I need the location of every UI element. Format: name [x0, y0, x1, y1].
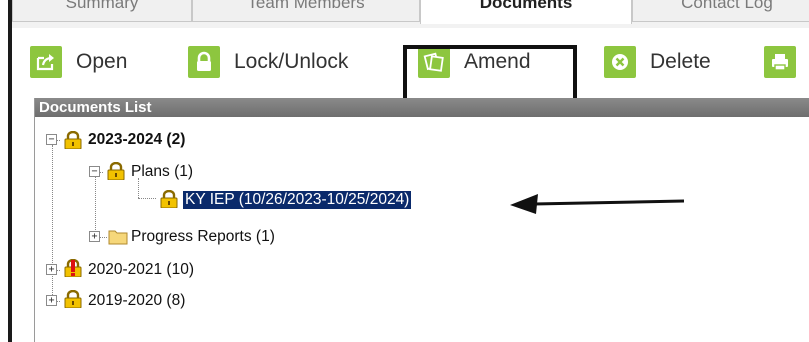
tree-connector: [138, 198, 156, 199]
open-button-label: Open: [76, 50, 128, 73]
toolbar: Open Lock/Unlock Amend Delete: [12, 28, 809, 102]
tab-summary[interactable]: Summary: [12, 0, 192, 22]
tab-strip: Summary Team Members Documents Contact L…: [12, 0, 809, 28]
tab-documents[interactable]: Documents: [420, 0, 632, 24]
lock-icon: [107, 162, 125, 180]
delete-button-label: Delete: [650, 50, 711, 73]
lock-icon: [64, 131, 82, 149]
collapse-2023-2024-toggle[interactable]: −: [46, 134, 57, 145]
tree-node-progress-reports[interactable]: Progress Reports (1): [131, 228, 275, 246]
open-external-icon: [30, 46, 62, 78]
lock-icon: [160, 190, 178, 208]
tree-node-2019-2020: 2019-2020 (8): [88, 292, 186, 309]
tree-node-2020-2021[interactable]: 2020-2021 (10): [88, 261, 194, 279]
tree-node-plans[interactable]: Plans (1): [131, 163, 193, 181]
delete-x-icon: [604, 46, 636, 78]
printer-icon: [764, 46, 796, 78]
tree-node-2023-2024[interactable]: 2023-2024 (2): [88, 131, 185, 149]
expand-2020-2021-toggle[interactable]: +: [46, 264, 57, 275]
print-button[interactable]: [764, 40, 796, 84]
folder-icon: [108, 230, 128, 245]
lock-icon: [64, 290, 82, 308]
tab-team-members[interactable]: Team Members: [192, 0, 420, 22]
delete-button[interactable]: Delete: [604, 40, 711, 84]
tree-connector: [138, 178, 139, 198]
tree-connector: [52, 145, 53, 303]
documents-list-panel: Documents List − 2023-2024 (2) − Plans (…: [34, 98, 809, 342]
expand-2019-2020-toggle[interactable]: +: [46, 295, 57, 306]
documents-list-header: Documents List: [35, 98, 809, 117]
lock-red-alert-icon: [64, 259, 82, 277]
amend-highlight-box: [403, 45, 577, 102]
padlock-icon: [188, 46, 220, 78]
lock-unlock-button-label: Lock/Unlock: [234, 50, 349, 73]
open-button[interactable]: Open: [30, 40, 127, 84]
tree-connector: [95, 172, 96, 238]
expand-progress-reports-toggle[interactable]: +: [89, 231, 100, 242]
tree-node-ky-iep[interactable]: KY IEP (10/26/2023-10/25/2024): [181, 190, 413, 210]
collapse-plans-toggle[interactable]: −: [89, 166, 100, 177]
pointer-arrow-icon: [510, 194, 685, 214]
lock-unlock-button[interactable]: Lock/Unlock: [188, 40, 348, 84]
tab-contact-log[interactable]: Contact Log: [632, 0, 809, 22]
